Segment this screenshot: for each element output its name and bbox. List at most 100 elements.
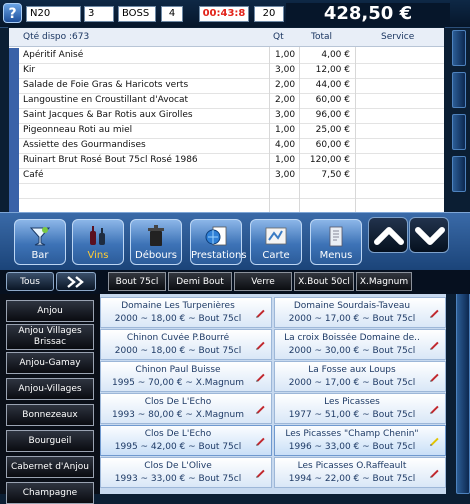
format-x-bout-50cl[interactable]: X.Bout 50cl	[294, 272, 354, 291]
side-button[interactable]	[452, 114, 466, 150]
help-button[interactable]: ?	[3, 3, 22, 23]
category-vins-button[interactable]: Vins	[72, 219, 124, 265]
format-demi-bout[interactable]: Demi Bout	[168, 272, 232, 291]
line-total: 12,00 €	[315, 65, 350, 75]
pen-icon[interactable]	[255, 339, 266, 350]
row-marker	[9, 153, 19, 169]
order-line[interactable]: Kir 3,00 12,00 €	[9, 63, 444, 79]
line-qty: 2,00	[275, 95, 296, 105]
wine-card[interactable]: Clos De L'Echo 1993 ~ 80,00 € ~ X.Magnum	[100, 393, 272, 424]
order-line[interactable]: Assiette des Gourmandises 4,00 60,00 €	[9, 138, 444, 154]
category-label: Menus	[319, 250, 353, 261]
pen-icon[interactable]	[429, 307, 440, 318]
pen-icon[interactable]	[255, 403, 266, 414]
appellation-anjou-gamay[interactable]: Anjou-Gamay	[6, 352, 94, 374]
order-line[interactable]: Café 3,00 7,50 €	[9, 168, 444, 184]
wine-card[interactable]: Les Picasses "Champ Chenin" 1996 ~ 33,00 …	[274, 425, 446, 456]
category-bar-button[interactable]: Bar	[14, 219, 66, 265]
stock-label: Qté dispo :673	[23, 32, 90, 42]
order-line[interactable]: Pigeonneau Roti au miel 1,00 25,00 €	[9, 123, 444, 139]
pen-icon[interactable]	[429, 403, 440, 414]
category-label: Vins	[87, 250, 109, 261]
format-x-magnum[interactable]: X.Magnum	[356, 272, 412, 291]
pen-icon[interactable]	[255, 435, 266, 446]
scroll-up-button[interactable]	[368, 217, 408, 253]
order-line[interactable]: Langoustine en Croustillant d'Avocat 2,00…	[9, 93, 444, 109]
pen-icon[interactable]	[255, 307, 266, 318]
wine-name: Clos De L'Olive	[144, 461, 212, 471]
wine-card[interactable]: La croix Boissée Domaine de.. 2000 ~ 30,0…	[274, 329, 446, 360]
table-field[interactable]: N20	[26, 6, 81, 22]
wine-detail: 1993 ~ 80,00 € ~ X.Magnum	[112, 410, 244, 420]
wine-card[interactable]: Chinon Paul Buisse 1995 ~ 70,00 € ~ X.Mag…	[100, 361, 272, 392]
column-service: Service	[381, 32, 415, 42]
order-line[interactable]: Saint Jacques & Bar Rotis aux Girolles 3,…	[9, 108, 444, 124]
wine-card[interactable]: Les Picasses O.Raffeault 1994 ~ 22,00 € ~…	[274, 457, 446, 488]
wine-name: Clos De L'Echo	[144, 429, 212, 439]
pen-icon[interactable]	[429, 435, 440, 446]
category-carte-button[interactable]: Carte	[250, 219, 302, 265]
line-name: Pigeonneau Roti au miel	[23, 125, 133, 135]
wine-detail: 2000 ~ 30,00 € ~ Bout 75cl	[288, 346, 416, 356]
appellation-bonnezeaux[interactable]: Bonnezeaux	[6, 404, 94, 426]
wine-card[interactable]: Domaine Les Turpenières 2000 ~ 18,00 € ~ …	[100, 297, 272, 328]
server-field[interactable]: BOSS	[118, 6, 156, 22]
line-name: Café	[23, 170, 44, 180]
scroll-down-button[interactable]	[409, 217, 449, 253]
covers-field[interactable]: 3	[84, 6, 114, 22]
wine-card[interactable]: La Fosse aux Loups 2000 ~ 17,00 € ~ Bout …	[274, 361, 446, 392]
pen-icon[interactable]	[429, 371, 440, 382]
row-marker	[9, 93, 19, 109]
side-button[interactable]	[452, 72, 466, 108]
map-card-icon	[265, 227, 287, 245]
wine-card[interactable]: Les Picasses 1977 ~ 51,00 € ~ Bout 75cl	[274, 393, 446, 424]
wine-name: Clos De L'Echo	[144, 397, 212, 407]
pen-icon[interactable]	[429, 467, 440, 478]
line-name: Saint Jacques & Bar Rotis aux Girolles	[23, 110, 193, 120]
wine-card[interactable]: Domaine Sourdais-Taveau 2000 ~ 17,00 € ~ …	[274, 297, 446, 328]
appellation-anjou[interactable]: Anjou	[6, 300, 94, 322]
pen-icon[interactable]	[255, 467, 266, 478]
side-button[interactable]	[452, 30, 466, 66]
line-name: Assiette des Gourmandises	[23, 140, 146, 150]
category-menus-button[interactable]: Menus	[310, 219, 362, 265]
row-marker	[9, 183, 19, 199]
line-name: Langoustine en Croustillant d'Avocat	[23, 95, 189, 105]
category-label: Bar	[31, 250, 49, 261]
appellation-bourgueil[interactable]: Bourgueil	[6, 430, 94, 452]
wine-grid: Domaine Les Turpenières 2000 ~ 18,00 € ~ …	[100, 294, 446, 494]
filter-all-button[interactable]: Tous	[6, 272, 54, 291]
next-filter-button[interactable]	[56, 272, 96, 291]
format-bout-75cl[interactable]: Bout 75cl	[108, 272, 166, 291]
order-line[interactable]: Ruinart Brut Rosé Bout 75cl Rosé 1986 1,0…	[9, 153, 444, 169]
category-debours-button[interactable]: Débours	[130, 219, 182, 265]
category-label: Prestations	[191, 250, 247, 261]
appellation-anjou-villages-brissac[interactable]: Anjou Villages Brissac	[6, 324, 94, 350]
row-marker	[9, 123, 19, 139]
appellation-cabernet-d-anjou[interactable]: Cabernet d'Anjou	[6, 456, 94, 478]
pen-icon[interactable]	[255, 371, 266, 382]
wine-card[interactable]: Clos De L'Echo 1995 ~ 42,00 € ~ Bout 75cl	[100, 425, 272, 456]
wine-name: Chinon Paul Buisse	[135, 365, 221, 375]
line-name: Salade de Foie Gras & Haricots verts	[23, 80, 189, 90]
empty-order-line	[9, 183, 444, 199]
row-marker	[9, 48, 19, 64]
right-scroll-panel[interactable]	[456, 270, 470, 494]
chevron-down-icon	[415, 227, 445, 245]
wine-card[interactable]: Chinon Cuvée P.Bourré 2000 ~ 18,00 € ~ Bo…	[100, 329, 272, 360]
appellation-champagne[interactable]: Champagne	[6, 482, 94, 504]
side-button[interactable]	[452, 156, 466, 192]
category-label: Débours	[135, 250, 177, 261]
wine-detail: 1995 ~ 70,00 € ~ X.Magnum	[112, 378, 244, 388]
order-line[interactable]: Salade de Foie Gras & Haricots verts 2,00…	[9, 78, 444, 94]
pen-icon[interactable]	[429, 339, 440, 350]
category-prestations-button[interactable]: Prestations	[190, 219, 247, 265]
column-qty: Qt	[273, 32, 284, 42]
format-verre[interactable]: Verre	[234, 272, 292, 291]
line-total: 60,00 €	[315, 95, 350, 105]
line-qty: 2,00	[275, 80, 296, 90]
wine-card[interactable]: Clos De L'Olive 1993 ~ 33,00 € ~ Bout 75c…	[100, 457, 272, 488]
wine-detail: 1994 ~ 22,00 € ~ Bout 75cl	[288, 474, 416, 484]
appellation-anjou-villages[interactable]: Anjou-Villages	[6, 378, 94, 400]
order-line[interactable]: Apéritif Anisé 1,00 4,00 €	[9, 48, 444, 64]
